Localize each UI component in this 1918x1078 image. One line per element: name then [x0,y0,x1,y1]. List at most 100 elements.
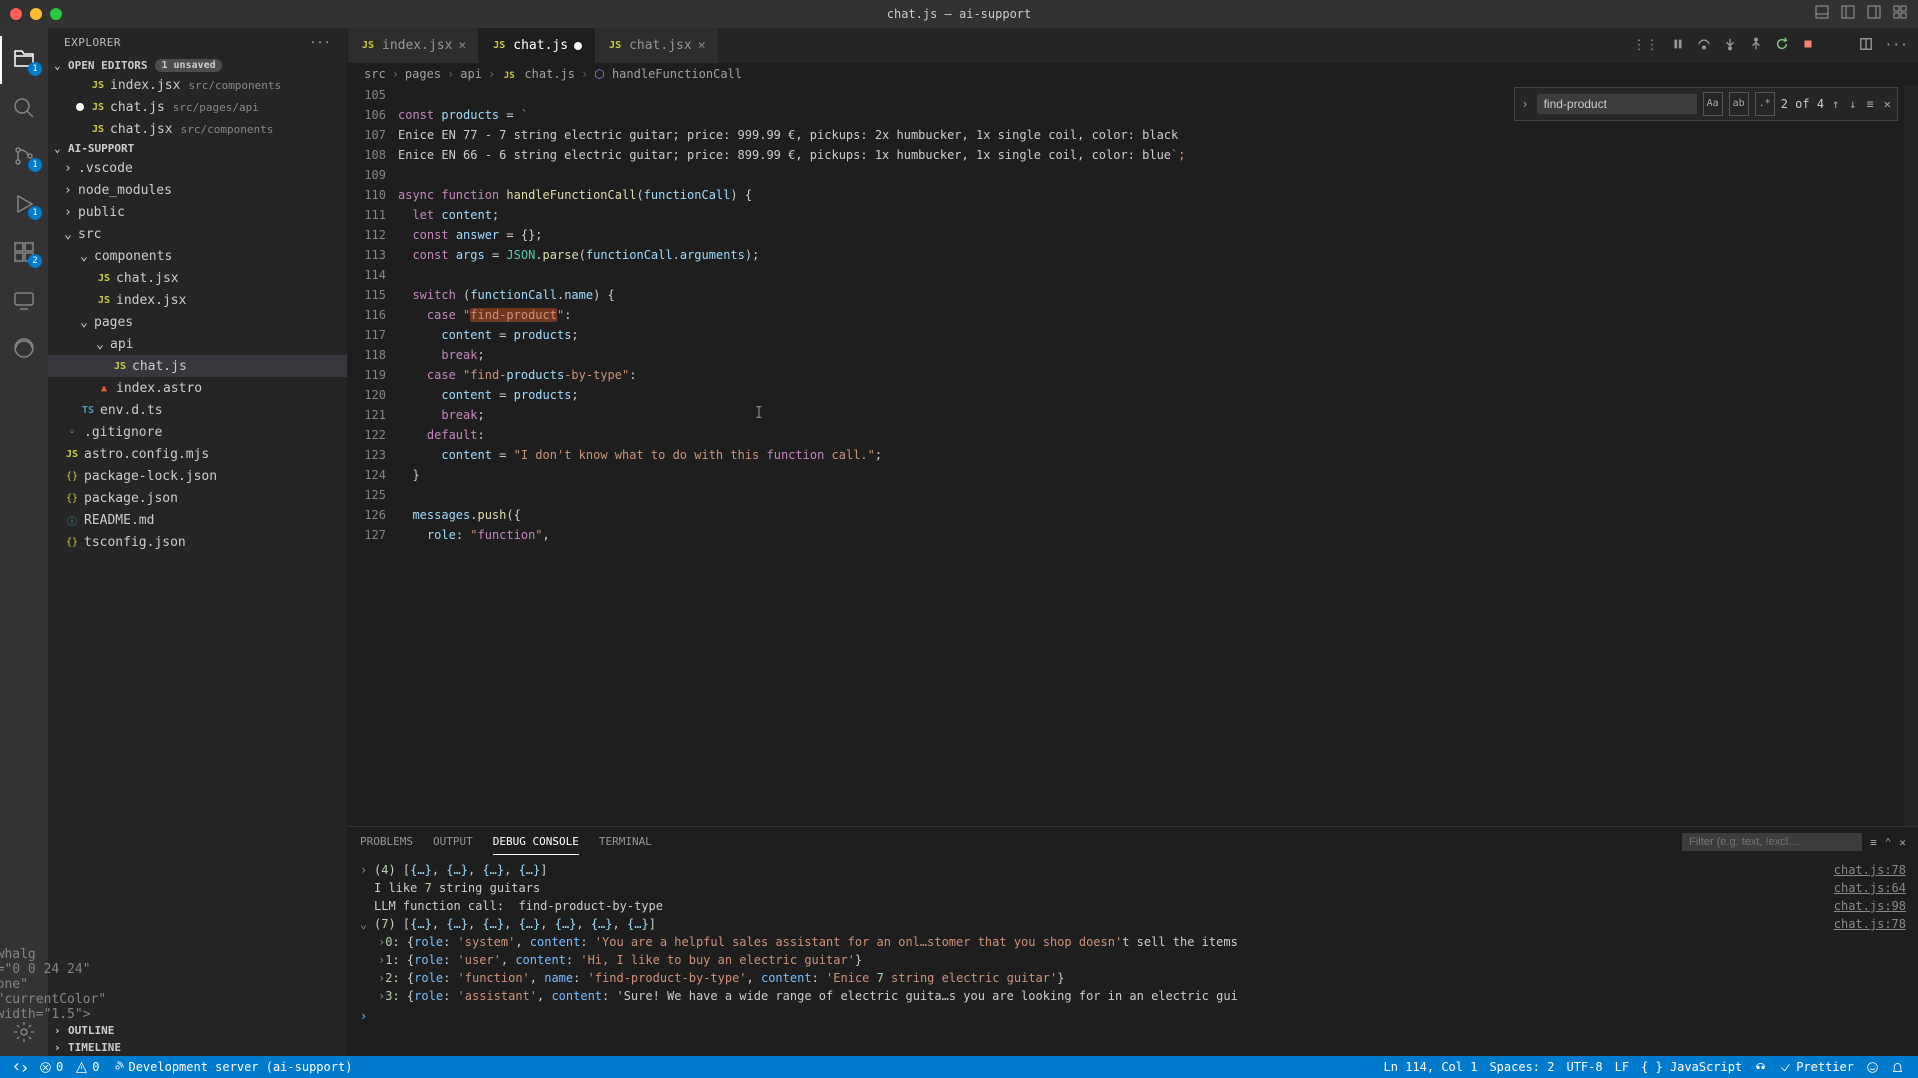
status-warnings[interactable]: 0 [69,1060,105,1074]
layout-customize-icon[interactable] [1892,4,1908,24]
panel-tab[interactable]: OUTPUT [433,829,473,855]
status-prettier[interactable]: Prettier [1773,1060,1860,1074]
debug-row[interactable]: ⌄(7) [{…}, {…}, {…}, {…}, {…}, {…}, {…}]… [360,915,1906,933]
find-case-toggle[interactable]: Aa [1703,92,1723,116]
breadcrumb-item[interactable]: ⬡ handleFunctionCall [594,67,742,81]
debug-source-link[interactable]: chat.js:78 [1834,861,1906,879]
panel-tab[interactable]: PROBLEMS [360,829,413,855]
tree-file[interactable]: {}tsconfig.json [48,531,347,553]
find-close-icon[interactable]: ✕ [1882,94,1893,114]
find-expand-icon[interactable]: › [1519,94,1530,114]
expand-chevron-icon[interactable]: › [360,969,378,987]
activity-extensions[interactable]: 2 [0,228,48,276]
layout-panel-icon[interactable] [1814,4,1830,24]
activity-debug[interactable]: 1 [0,180,48,228]
expand-chevron-icon[interactable]: › [360,951,378,969]
expand-chevron-icon[interactable]: › [360,933,378,951]
find-selection-icon[interactable]: ≡ [1865,94,1876,114]
activity-edge[interactable] [0,324,48,372]
find-input[interactable] [1537,94,1697,114]
debug-source-link[interactable]: chat.js:98 [1834,897,1906,915]
panel-settings-icon[interactable]: ≡ [1870,836,1877,849]
find-prev-icon[interactable]: ↑ [1830,94,1841,114]
maximize-window-button[interactable] [50,8,62,20]
status-bell-icon[interactable] [1885,1060,1910,1074]
layout-sidebar-right-icon[interactable] [1866,4,1882,24]
status-remote[interactable] [8,1061,33,1074]
expand-chevron-icon[interactable]: ⌄ [360,915,374,933]
debug-console-input[interactable] [360,1005,1906,1027]
debug-row[interactable]: ›(4) [{…}, {…}, {…}, {…}]chat.js:78 [360,861,1906,879]
expand-chevron-icon[interactable] [360,897,374,915]
restart-icon[interactable] [1775,37,1789,55]
debug-row[interactable]: LLM function call: find-product-by-typec… [360,897,1906,915]
panel-tab[interactable]: TERMINAL [599,829,652,855]
editor-tab[interactable]: JSindex.jsx✕ [348,28,479,63]
tree-file[interactable]: JSindex.jsx [48,289,347,311]
step-into-icon[interactable] [1723,37,1737,55]
tree-folder[interactable]: public [48,201,347,223]
editor-body[interactable]: 1051061071081091101111121131141151161171… [348,85,1918,826]
breadcrumb-item[interactable]: pages [405,67,441,81]
status-cursor-pos[interactable]: Ln 114, Col 1 [1378,1060,1484,1074]
status-feedback-icon[interactable] [1860,1060,1885,1074]
project-header[interactable]: AI-SUPPORT [48,140,347,157]
debug-console-output[interactable]: ›(4) [{…}, {…}, {…}, {…}]chat.js:78I lik… [348,857,1918,1056]
expand-chevron-icon[interactable]: › [360,861,374,879]
debug-row[interactable]: › 2: {role: 'function', name: 'find-prod… [360,969,1906,987]
activity-search[interactable] [0,84,48,132]
find-regex-toggle[interactable]: .* [1755,92,1775,116]
code-content[interactable]: const products = `Enice EN 77 - 7 string… [398,85,1918,826]
open-editor-item[interactable]: JSchat.jssrc/pages/api [48,96,347,118]
status-indent[interactable]: Spaces: 2 [1483,1060,1560,1074]
close-tab-icon[interactable]: ✕ [698,38,706,53]
activity-account[interactable]: < g viewhalg viewBox="0 0 24 24" fill="n… [0,960,48,1008]
minimize-window-button[interactable] [30,8,42,20]
panel-maximize-icon[interactable]: ⌃ [1885,836,1892,849]
timeline-header[interactable]: TIMELINE [48,1039,347,1056]
status-errors[interactable]: 0 [33,1060,69,1074]
debug-row[interactable]: › 3: {role: 'assistant', content: 'Sure!… [360,987,1906,1005]
debug-filter-input[interactable] [1682,833,1862,851]
debug-source-link[interactable]: chat.js:64 [1834,879,1906,897]
tree-file[interactable]: ◦.gitignore [48,421,347,443]
tree-file[interactable]: ⓘREADME.md [48,509,347,531]
tree-file[interactable]: JSchat.js [48,355,347,377]
layout-sidebar-left-icon[interactable] [1840,4,1856,24]
breadcrumb-item[interactable]: api [460,67,482,81]
expand-chevron-icon[interactable]: › [360,987,378,1005]
status-copilot[interactable] [1748,1060,1773,1074]
status-eol[interactable]: LF [1609,1060,1635,1074]
debug-source-link[interactable]: chat.js:78 [1834,915,1906,933]
more-icon[interactable]: ··· [1885,38,1908,53]
activity-settings[interactable] [0,1008,48,1056]
find-word-toggle[interactable]: ab [1729,92,1749,116]
tree-folder[interactable]: src [48,223,347,245]
panel-tab[interactable]: DEBUG CONSOLE [493,829,579,855]
drag-handle-icon[interactable]: ⋮⋮ [1633,38,1659,53]
breadcrumb-item[interactable]: JS chat.js [501,67,575,81]
pause-icon[interactable] [1671,37,1685,55]
status-language[interactable]: { } JavaScript [1635,1060,1748,1074]
step-out-icon[interactable] [1749,37,1763,55]
expand-chevron-icon[interactable] [360,879,374,897]
tree-file[interactable]: {}package-lock.json [48,465,347,487]
open-editor-item[interactable]: JSindex.jsxsrc/components [48,74,347,96]
tree-file[interactable]: ▲index.astro [48,377,347,399]
open-editors-header[interactable]: OPEN EDITORS 1 unsaved [48,57,347,74]
split-editor-icon[interactable] [1859,37,1873,55]
tree-folder[interactable]: pages [48,311,347,333]
debug-row[interactable]: › 1: {role: 'user', content: 'Hi, I like… [360,951,1906,969]
tree-folder[interactable]: api [48,333,347,355]
tree-file[interactable]: JSastro.config.mjs [48,443,347,465]
step-over-icon[interactable] [1697,37,1711,55]
close-window-button[interactable] [10,8,22,20]
tree-folder[interactable]: components [48,245,347,267]
close-tab-icon[interactable]: ✕ [458,38,466,53]
stop-icon[interactable] [1801,37,1815,55]
editor-tab[interactable]: JSchat.js [479,28,595,63]
breadcrumb[interactable]: srcpagesapiJS chat.js⬡ handleFunctionCal… [348,63,1918,85]
tree-folder[interactable]: node_modules [48,179,347,201]
editor-tab[interactable]: JSchat.jsx✕ [595,28,718,63]
find-next-icon[interactable]: ↓ [1847,94,1858,114]
